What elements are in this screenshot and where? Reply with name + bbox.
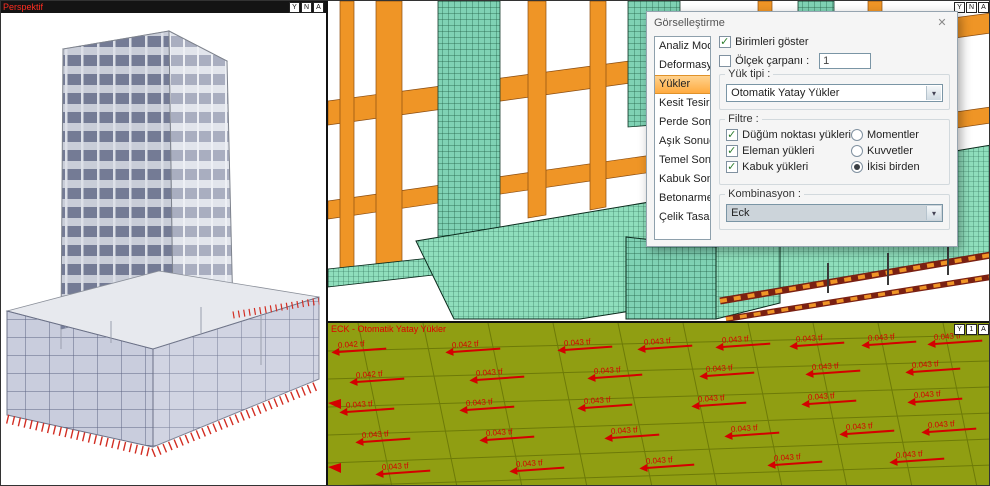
filter-checkbox-label: Eleman yükleri bbox=[742, 145, 814, 157]
filter-checkbox[interactable] bbox=[726, 145, 738, 157]
load-arrow: 0.043 tf bbox=[644, 334, 701, 350]
combination-dropdown[interactable]: Eck ▾ bbox=[726, 204, 943, 222]
viewport-perspective-titlebar: Perspektif YNA bbox=[1, 1, 326, 13]
filter-radio[interactable] bbox=[851, 129, 863, 141]
viewport-perspective[interactable]: Perspektif YNA bbox=[1, 1, 328, 486]
dialog-list-item[interactable]: Aşık Sonuçları bbox=[655, 132, 710, 151]
load-arrow: 0.043 tf bbox=[812, 359, 869, 375]
load-arrow: 0.043 tf bbox=[346, 397, 403, 413]
viewport-control-icon[interactable]: N bbox=[301, 2, 312, 13]
load-arrow: 0.043 tf bbox=[846, 419, 903, 435]
chevron-down-icon[interactable]: ▾ bbox=[926, 206, 941, 220]
load-arrow: 0.043 tf bbox=[808, 389, 865, 405]
load-arrow: 0.043 tf bbox=[382, 459, 439, 475]
load-arrow: 0.043 tf bbox=[896, 447, 953, 463]
load-type-group: Yük tipi : Otomatik Yatay Yükler ▾ bbox=[719, 74, 950, 110]
filter-checkbox-label: Düğüm noktası yükleri bbox=[742, 129, 851, 141]
dialog-list-item[interactable]: Analiz Modeli bbox=[655, 37, 710, 56]
load-arrow: 0.043 tf bbox=[722, 332, 779, 348]
filter-radio[interactable] bbox=[851, 161, 863, 173]
filter-checkbox[interactable] bbox=[726, 161, 738, 173]
filter-radio-label: Kuvvetler bbox=[867, 145, 913, 157]
filter-radio-column: Momentler Kuvvetler İkisi birden bbox=[851, 129, 943, 177]
scale-factor-input[interactable] bbox=[819, 53, 871, 69]
load-arrow: 0.043 tf bbox=[698, 391, 755, 407]
viewport-control-icon[interactable]: A bbox=[313, 2, 324, 13]
load-arrow: 0.043 tf bbox=[868, 330, 925, 346]
load-arrow: 0.043 tf bbox=[611, 423, 668, 439]
viewport-control-icon[interactable]: Y bbox=[954, 324, 965, 335]
dialog-list-item[interactable]: Betonarme Tasar... bbox=[655, 189, 710, 208]
dialog-list-item[interactable]: Yükler bbox=[655, 75, 710, 94]
load-arrow: 0.042 tf bbox=[356, 367, 413, 383]
viewport-control-icon[interactable]: A bbox=[978, 2, 989, 13]
combination-group: Kombinasyon : Eck ▾ bbox=[719, 194, 950, 230]
load-arrow: 0.043 tf bbox=[646, 453, 703, 469]
load-arrow: 0.043 tf bbox=[476, 365, 533, 381]
filter-radio-label: İkisi birden bbox=[867, 161, 920, 173]
filter-checkbox-label: Kabuk yükleri bbox=[742, 161, 808, 173]
dialog-list-item[interactable]: Perde Sonuçları bbox=[655, 113, 710, 132]
load-arrow: 0.043 tf bbox=[774, 450, 831, 466]
close-icon[interactable]: ✕ bbox=[934, 16, 950, 29]
filter-checkbox[interactable] bbox=[726, 129, 738, 141]
combination-label: Kombinasyon : bbox=[725, 188, 804, 200]
filter-label: Filtre : bbox=[725, 113, 762, 125]
load-arrow: 0.042 tf bbox=[452, 337, 509, 353]
load-arrow: 0.043 tf bbox=[706, 361, 763, 377]
show-units-label: Birimleri göster bbox=[735, 36, 808, 48]
viewport-perspective-title: Perspektif bbox=[3, 1, 43, 13]
viewport-control-icon[interactable]: 1 bbox=[966, 324, 977, 335]
load-arrow: 0.043 tf bbox=[516, 456, 573, 472]
load-arrow: 0.043 tf bbox=[486, 425, 543, 441]
load-arrow: 0.043 tf bbox=[466, 395, 523, 411]
load-arrow: 0.043 tf bbox=[796, 331, 853, 347]
viewport-loads-title: ECK - Otomatik Yatay Yükler bbox=[331, 324, 446, 334]
load-arrow: 0.043 tf bbox=[914, 387, 971, 403]
filter-radio-label: Momentler bbox=[867, 129, 919, 141]
dialog-list-item[interactable]: Temel Sonuçları bbox=[655, 151, 710, 170]
load-arrow: 0.043 tf bbox=[564, 335, 621, 351]
viewport-loads[interactable]: 0.042 tf 0.042 tf 0.043 tf 0.043 tf 0.043 tf… bbox=[328, 321, 990, 486]
viewport-control-icon[interactable]: A bbox=[978, 324, 989, 335]
dialog-list-item[interactable]: Deformasyon bbox=[655, 56, 710, 75]
viewport-control-icon[interactable]: N bbox=[966, 2, 977, 13]
dialog-category-list: Analiz ModeliDeformasyonYüklerKesit Tesi… bbox=[654, 36, 711, 240]
building-3d-render bbox=[1, 13, 328, 486]
viewport-control-icon[interactable]: Y bbox=[289, 2, 300, 13]
dialog-list-item[interactable]: Kesit Tesirleri bbox=[655, 94, 710, 113]
dialog-list-item[interactable]: Çelik Tasarım bbox=[655, 208, 710, 227]
dialog-list-item[interactable]: Kabuk Sonuçları bbox=[655, 170, 710, 189]
dialog-titlebar[interactable]: Görselleştirme ✕ bbox=[647, 12, 957, 33]
load-arrow: 0.043 tf bbox=[928, 417, 985, 433]
chevron-down-icon[interactable]: ▾ bbox=[926, 86, 941, 100]
filter-group: Filtre : Düğüm noktası yükleriEleman yük… bbox=[719, 119, 950, 185]
load-arrow: 0.043 tf bbox=[594, 363, 651, 379]
load-type-dropdown[interactable]: Otomatik Yatay Yükler ▾ bbox=[726, 84, 943, 102]
load-arrow: 0.043 tf bbox=[912, 357, 969, 373]
load-arrow: 0.042 tf bbox=[338, 337, 395, 353]
load-arrow: 0.043 tf bbox=[362, 427, 419, 443]
app-window: Perspektif YNA bbox=[0, 0, 990, 486]
load-type-label: Yük tipi : bbox=[725, 68, 773, 80]
load-arrow: 0.043 tf bbox=[584, 393, 641, 409]
load-arrows-layer: 0.042 tf 0.042 tf 0.043 tf 0.043 tf 0.043 tf… bbox=[328, 323, 990, 486]
dialog-title: Görselleştirme bbox=[654, 17, 725, 29]
scale-factor-checkbox[interactable] bbox=[719, 55, 731, 67]
load-arrow: 0.043 tf bbox=[731, 421, 788, 437]
filter-checkbox-column: Düğüm noktası yükleri Eleman yükleri Kabuk… bbox=[726, 129, 851, 177]
load-type-value: Otomatik Yatay Yükler bbox=[731, 87, 839, 99]
show-units-checkbox[interactable] bbox=[719, 36, 731, 48]
viewport-loads-controls: Y1A bbox=[954, 324, 989, 335]
filter-radio[interactable] bbox=[851, 145, 863, 157]
viewport-model-controls: YNA bbox=[954, 2, 989, 13]
scale-factor-label: Ölçek çarpanı : bbox=[735, 55, 809, 67]
viewport-perspective-controls: YNA bbox=[289, 2, 324, 13]
visualization-dialog: Görselleştirme ✕ Analiz ModeliDeformasyo… bbox=[646, 11, 958, 247]
combination-value: Eck bbox=[731, 207, 749, 219]
